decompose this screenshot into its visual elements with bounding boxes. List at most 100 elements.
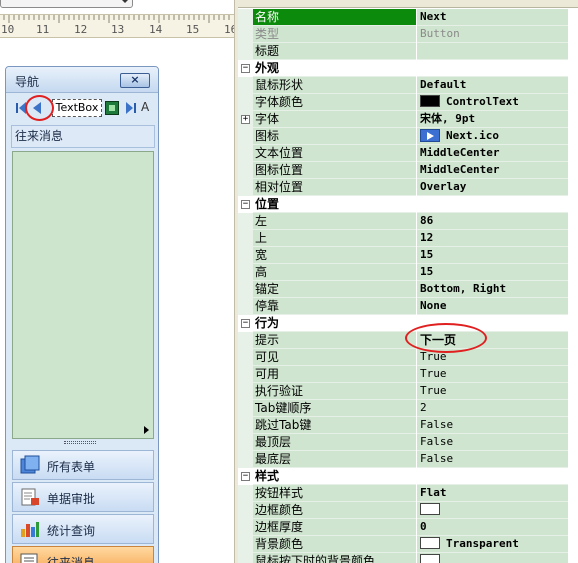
property-value[interactable]: False [417, 434, 568, 451]
property-value[interactable] [417, 502, 568, 519]
property-value[interactable]: 0 [417, 519, 568, 536]
property-value-text: MiddleCenter [420, 146, 500, 159]
property-row[interactable]: Tab键顺序 2 [238, 400, 568, 417]
row-gutter: − [238, 468, 253, 485]
property-value-text: MiddleCenter [420, 163, 500, 176]
property-row[interactable]: 背景颜色 Transparent [238, 536, 568, 553]
message-icon [20, 553, 38, 563]
property-row[interactable]: + 字体 宋体, 9pt [238, 111, 568, 128]
property-row[interactable]: 跳过Tab键 False [238, 417, 568, 434]
property-value[interactable]: MiddleCenter [417, 145, 568, 162]
expand-icon[interactable]: + [241, 115, 250, 124]
property-row[interactable]: 边框颜色 [238, 502, 568, 519]
property-category[interactable]: − 样式 [238, 468, 568, 485]
property-value[interactable] [417, 43, 568, 60]
property-row[interactable]: 相对位置 Overlay [238, 179, 568, 196]
nav-item-all-forms[interactable]: 所有表单 [12, 450, 154, 480]
chevron-down-icon[interactable] [121, 0, 129, 3]
property-row[interactable]: 图标位置 MiddleCenter [238, 162, 568, 179]
property-value[interactable]: MiddleCenter [417, 162, 568, 179]
property-row[interactable]: 标题 [238, 43, 568, 60]
property-row[interactable]: 锚定 Bottom, Right [238, 281, 568, 298]
property-row[interactable]: 类型 Button [238, 26, 568, 43]
nav-item-messages[interactable]: 往来消息 [12, 546, 154, 563]
property-category[interactable]: − 位置 [238, 196, 568, 213]
property-value[interactable]: Transparent [417, 536, 568, 553]
property-row[interactable]: 左 86 [238, 213, 568, 230]
property-row[interactable]: 名称 Next [238, 9, 568, 26]
close-button[interactable]: × [120, 73, 150, 88]
property-value[interactable]: 12 [417, 230, 568, 247]
property-row[interactable]: 边框厚度 0 [238, 519, 568, 536]
property-value[interactable]: 15 [417, 264, 568, 281]
row-gutter [238, 519, 253, 536]
property-name: 提示 [253, 332, 416, 349]
property-value[interactable]: Button [417, 26, 568, 43]
property-name: 停靠 [253, 298, 416, 315]
ruler: 10 11 12 13 14 15 16 [0, 14, 234, 38]
message-list[interactable] [12, 151, 154, 439]
property-row[interactable]: 文本位置 MiddleCenter [238, 145, 568, 162]
property-row[interactable]: 宽 15 [238, 247, 568, 264]
property-value[interactable]: False [417, 417, 568, 434]
annotation-circle [405, 323, 487, 353]
property-value[interactable]: Overlay [417, 179, 568, 196]
nav-item-statistics[interactable]: 统计查询 [12, 514, 154, 544]
property-value[interactable]: Flat [417, 485, 568, 502]
property-value[interactable] [417, 60, 568, 77]
collapse-icon[interactable]: − [241, 200, 250, 209]
property-value[interactable]: 86 [417, 213, 568, 230]
row-gutter [238, 553, 253, 563]
property-value[interactable]: Bottom, Right [417, 281, 568, 298]
property-category[interactable]: − 外观 [238, 60, 568, 77]
property-row[interactable]: 鼠标按下时的背景颜色 [238, 553, 568, 563]
property-value[interactable]: False [417, 451, 568, 468]
property-value[interactable]: Default [417, 77, 568, 94]
property-value[interactable]: Next [417, 9, 568, 26]
ruler-number: 10 [1, 23, 15, 36]
property-category[interactable]: − 行为 [238, 315, 568, 332]
page-textbox[interactable]: TextBox [52, 99, 102, 117]
next-page-icon[interactable] [124, 99, 138, 117]
collapse-icon[interactable]: − [241, 64, 250, 73]
property-value[interactable]: 15 [417, 247, 568, 264]
property-value[interactable]: None [417, 298, 568, 315]
property-value[interactable] [417, 468, 568, 485]
property-row[interactable]: 可用 True [238, 366, 568, 383]
nav-item-approval[interactable]: 单据审批 [12, 482, 154, 512]
row-gutter [238, 213, 253, 230]
row-gutter: + [238, 111, 253, 128]
ruler-number: 11 [36, 23, 50, 36]
property-row[interactable]: 上 12 [238, 230, 568, 247]
property-row[interactable]: 鼠标形状 Default [238, 77, 568, 94]
property-row[interactable]: 提示 下一页 [238, 332, 568, 349]
property-value[interactable] [417, 196, 568, 213]
property-name: 鼠标形状 [253, 77, 416, 94]
navigation-panel-title: 导航 [15, 75, 40, 89]
property-value[interactable]: True [417, 366, 568, 383]
object-combo-box[interactable] [0, 0, 133, 8]
property-row[interactable]: 高 15 [238, 264, 568, 281]
property-row[interactable]: 可见 True [238, 349, 568, 366]
property-value[interactable]: 宋体, 9pt [417, 111, 568, 128]
property-value-text: 15 [420, 265, 434, 278]
collapse-icon[interactable]: − [241, 472, 250, 481]
property-row[interactable]: 最底层 False [238, 451, 568, 468]
property-value[interactable] [417, 553, 568, 563]
collapse-icon[interactable]: − [241, 319, 250, 328]
property-row[interactable]: 按钮样式 Flat [238, 485, 568, 502]
image-icon[interactable] [105, 99, 119, 117]
property-row[interactable]: 图标 Next.ico [238, 128, 568, 145]
expand-arrow-icon[interactable] [144, 426, 149, 434]
property-row[interactable]: 字体颜色 ControlText [238, 94, 568, 111]
property-row[interactable]: 执行验证 True [238, 383, 568, 400]
property-value[interactable]: True [417, 383, 568, 400]
splitter-handle[interactable] [64, 441, 96, 444]
property-row[interactable]: 停靠 None [238, 298, 568, 315]
property-name: 边框厚度 [253, 519, 416, 536]
nav-item-label: 统计查询 [47, 524, 96, 538]
property-row[interactable]: 最顶层 False [238, 434, 568, 451]
property-value[interactable]: ControlText [417, 94, 568, 111]
property-value[interactable]: Next.ico [417, 128, 568, 145]
property-value[interactable]: 2 [417, 400, 568, 417]
